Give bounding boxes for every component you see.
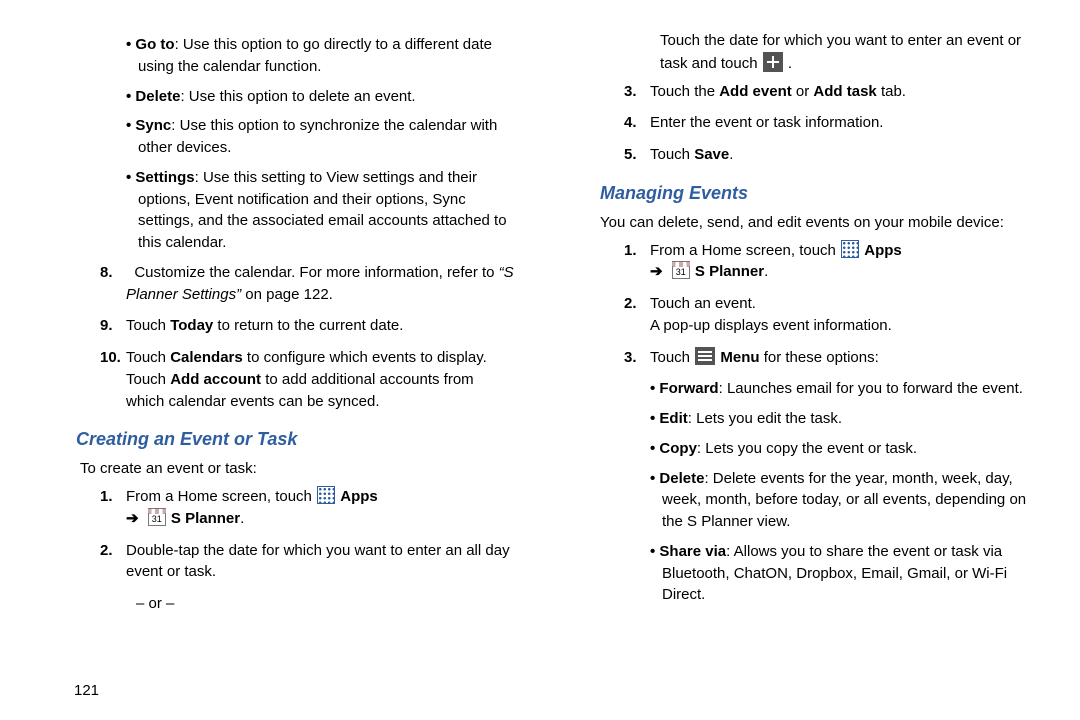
step-text: From a Home screen, touch <box>126 488 316 505</box>
option-desc: : Lets you edit the task. <box>688 410 842 427</box>
step-10: 10.Touch Calendars to configure which ev… <box>40 347 516 412</box>
option-label: Sync <box>135 117 171 134</box>
right-column: Touch the date for which you want to ent… <box>540 30 1050 710</box>
list-item: Settings: Use this setting to View setti… <box>126 167 516 254</box>
option-label: Delete <box>135 88 180 105</box>
step-text: or <box>792 83 814 100</box>
ui-term: Today <box>170 317 213 334</box>
splanner-calendar-icon <box>672 261 690 279</box>
options-bullet-list: Go to: Use this option to go directly to… <box>40 34 516 254</box>
option-desc: : Use this option to go directly to a di… <box>138 36 492 75</box>
option-label: Share via <box>659 543 726 560</box>
manage-step-2: 2. Touch an event. A pop-up displays eve… <box>564 293 1040 337</box>
ui-term: Add task <box>813 83 876 100</box>
step-text: Enter the event or task information. <box>650 112 1040 134</box>
step-text: From a Home screen, touch <box>650 242 840 259</box>
plus-add-icon <box>763 52 783 72</box>
create-step-5: 5. Touch Save. <box>564 144 1040 166</box>
option-label: Settings <box>135 169 194 186</box>
step-text: A pop-up displays event information. <box>650 317 892 334</box>
step-text: Double-tap the date for which you want t… <box>126 540 516 584</box>
create-step-2: 2.Double-tap the date for which you want… <box>40 540 516 584</box>
arrow-right-icon <box>650 263 667 280</box>
apps-grid-icon <box>317 486 335 504</box>
step-text: for these options: <box>760 349 879 366</box>
list-item: Copy: Lets you copy the event or task. <box>650 438 1040 460</box>
page-number: 121 <box>74 680 99 702</box>
menu-icon <box>695 347 715 365</box>
step-text: . <box>729 146 733 163</box>
splanner-label: S Planner <box>695 263 764 280</box>
splanner-calendar-icon <box>148 508 166 526</box>
option-desc: : Use this option to synchronize the cal… <box>138 117 497 156</box>
continuation-text: Touch the date for which you want to ent… <box>660 30 1040 75</box>
list-item: Forward: Launches email for you to forwa… <box>650 378 1040 400</box>
create-step-4: 4.Enter the event or task information. <box>564 112 1040 134</box>
step-text: Touch <box>650 146 694 163</box>
option-desc: : Launches email for you to forward the … <box>719 380 1023 397</box>
create-step-3: 3. Touch the Add event or Add task tab. <box>564 81 1040 103</box>
or-separator: – or – <box>136 593 516 615</box>
step-9: 9.Touch Today to return to the current d… <box>40 315 516 337</box>
option-label: Go to <box>135 36 174 53</box>
step-text: to return to the current date. <box>213 317 403 334</box>
step-text: Touch the date for which you want to ent… <box>660 32 1021 72</box>
menu-options-list: Forward: Launches email for you to forwa… <box>564 378 1040 606</box>
list-item: Sync: Use this option to synchronize the… <box>126 115 516 159</box>
menu-label: Menu <box>720 349 759 366</box>
step-text: Touch <box>650 349 694 366</box>
option-label: Edit <box>659 410 687 427</box>
apps-label: Apps <box>340 488 378 505</box>
section-heading-managing: Managing Events <box>600 180 1040 206</box>
manage-step-1: 1. From a Home screen, touch Apps S Plan… <box>564 240 1040 284</box>
list-item: Share via: Allows you to share the event… <box>650 541 1040 606</box>
apps-label: Apps <box>864 242 902 259</box>
splanner-label: S Planner <box>171 510 240 527</box>
step-text: Touch <box>126 349 170 366</box>
step-text: Touch the <box>650 83 719 100</box>
ui-term: Calendars <box>170 349 243 366</box>
step-text: Touch <box>126 317 170 334</box>
list-item: Go to: Use this option to go directly to… <box>126 34 516 78</box>
step-text: on page 122. <box>241 286 333 303</box>
option-label: Forward <box>659 380 718 397</box>
list-item: Edit: Lets you edit the task. <box>650 408 1040 430</box>
option-desc: : Use this option to delete an event. <box>180 88 415 105</box>
list-item: Delete: Use this option to delete an eve… <box>126 86 516 108</box>
intro-text: You can delete, send, and edit events on… <box>600 212 1040 234</box>
create-step-1: 1. From a Home screen, touch Apps S Plan… <box>40 486 516 530</box>
section-heading-creating: Creating an Event or Task <box>76 426 516 452</box>
step-text: . <box>788 55 792 72</box>
option-label: Delete <box>659 470 704 487</box>
intro-text: To create an event or task: <box>80 458 516 480</box>
numbered-steps: 8. Customize the calendar. For more info… <box>40 262 516 413</box>
apps-grid-icon <box>841 240 859 258</box>
step-text: tab. <box>877 83 906 100</box>
option-desc: : Delete events for the year, month, wee… <box>662 470 1026 531</box>
step-text: Touch an event. <box>650 295 756 312</box>
ui-term: Save <box>694 146 729 163</box>
ui-term: Add event <box>719 83 792 100</box>
list-item: Delete: Delete events for the year, mont… <box>650 468 1040 533</box>
left-column: Go to: Use this option to go directly to… <box>30 30 540 710</box>
option-label: Copy <box>659 440 697 457</box>
manage-steps: 1. From a Home screen, touch Apps S Plan… <box>564 240 1040 369</box>
page-body: Go to: Use this option to go directly to… <box>0 0 1080 720</box>
create-steps-continued: 3. Touch the Add event or Add task tab. … <box>564 81 1040 166</box>
create-steps: 1. From a Home screen, touch Apps S Plan… <box>40 486 516 583</box>
step-text: Customize the calendar. For more informa… <box>134 264 498 281</box>
option-desc: : Lets you copy the event or task. <box>697 440 917 457</box>
ui-term: Add account <box>170 371 261 388</box>
step-8: 8. Customize the calendar. For more info… <box>40 262 516 306</box>
manage-step-3: 3. Touch Menu for these options: <box>564 347 1040 369</box>
arrow-right-icon <box>126 510 143 527</box>
